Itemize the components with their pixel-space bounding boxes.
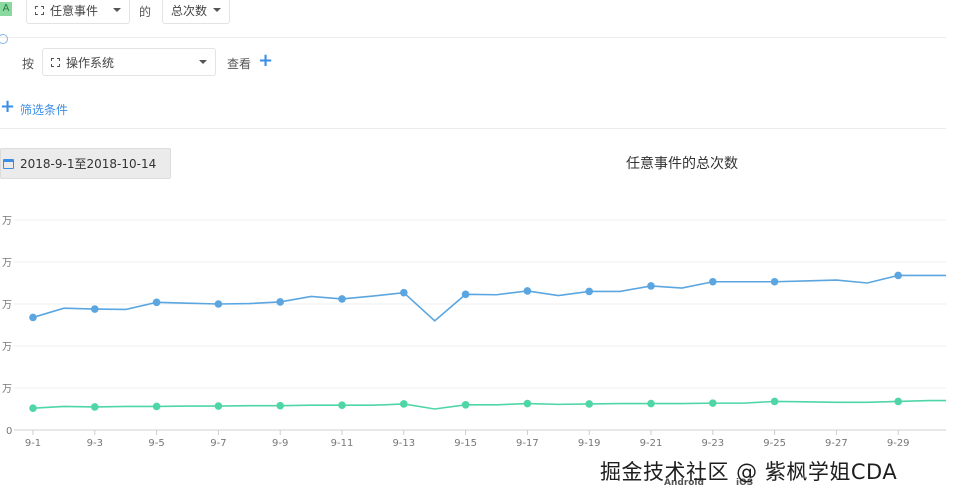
data-point-ios bbox=[276, 401, 285, 410]
data-point-android bbox=[523, 287, 532, 295]
data-point-android bbox=[214, 300, 223, 308]
data-point-ios bbox=[214, 402, 223, 410]
data-point-ios bbox=[709, 399, 717, 407]
data-point-ios bbox=[91, 403, 99, 411]
data-point-ios bbox=[585, 400, 593, 408]
data-point-android bbox=[585, 287, 593, 296]
data-point-android bbox=[152, 298, 161, 307]
x-tick-label: 9-9 bbox=[272, 438, 288, 449]
data-point-android bbox=[894, 271, 902, 280]
x-tick-label: 9-1 bbox=[25, 438, 41, 449]
x-tick-label: 9-5 bbox=[148, 438, 164, 449]
data-point-ios bbox=[770, 397, 779, 406]
y-tick-label: 万 bbox=[2, 384, 12, 395]
data-point-android bbox=[400, 288, 408, 297]
data-point-android bbox=[461, 290, 470, 299]
series-line-android bbox=[32, 274, 946, 322]
x-tick-label: 9-27 bbox=[825, 438, 848, 449]
x-tick-label: 9-11 bbox=[331, 438, 354, 449]
y-tick-label: 万 bbox=[2, 342, 12, 353]
y-tick-label: 万 bbox=[2, 258, 12, 269]
x-tick-label: 9-13 bbox=[392, 438, 415, 449]
data-point-android bbox=[338, 295, 346, 303]
data-point-android bbox=[91, 305, 99, 313]
y-tick-label: 万 bbox=[2, 300, 12, 311]
x-tick-label: 9-25 bbox=[763, 438, 786, 449]
x-tick-label: 9-7 bbox=[210, 438, 226, 449]
y-tick-label: 0 bbox=[6, 426, 12, 437]
x-tick-label: 9-19 bbox=[578, 438, 601, 449]
x-tick-label: 9-21 bbox=[640, 438, 663, 449]
data-point-android bbox=[647, 282, 655, 290]
data-point-android bbox=[770, 277, 779, 286]
data-point-android bbox=[276, 298, 285, 306]
data-point-ios bbox=[400, 400, 408, 408]
data-point-ios bbox=[461, 401, 470, 409]
data-point-ios bbox=[152, 402, 161, 411]
x-tick-label: 9-3 bbox=[87, 438, 103, 449]
data-point-ios bbox=[29, 404, 37, 412]
watermark-text: 掘金技术社区 @ 紫枫学姐CDA bbox=[600, 460, 898, 484]
data-point-android bbox=[29, 313, 37, 322]
x-tick-label: 9-29 bbox=[887, 438, 910, 449]
x-tick-label: 9-23 bbox=[701, 438, 724, 449]
line-chart: 0万万万万万 9-1 9-3 9-5 9-7 9-9 9-11 9-13 9-15 9-17 9-… bbox=[2, 216, 946, 449]
data-point-ios bbox=[523, 399, 532, 408]
y-tick-label: 万 bbox=[2, 216, 12, 227]
data-point-ios bbox=[894, 397, 902, 406]
x-tick-label: 9-15 bbox=[454, 438, 477, 449]
data-point-ios bbox=[338, 401, 346, 410]
data-point-ios bbox=[647, 399, 655, 408]
series-line-ios bbox=[32, 399, 946, 410]
data-point-android bbox=[709, 277, 717, 286]
x-tick-label: 9-17 bbox=[516, 438, 539, 449]
